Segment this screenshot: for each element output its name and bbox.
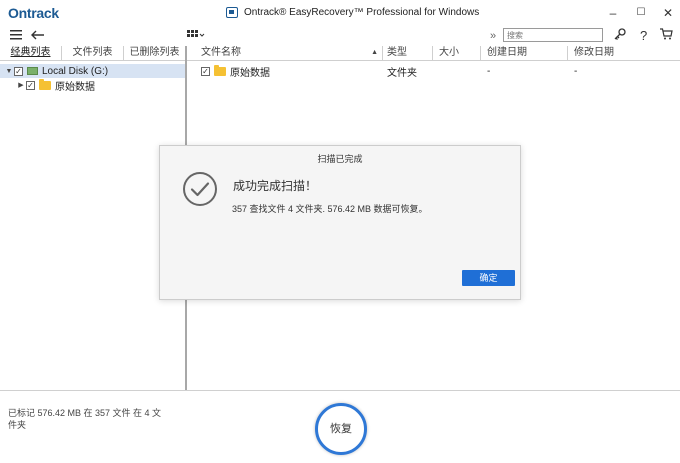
left-tabs: 经典列表 文件列表 已删除列表 bbox=[0, 46, 185, 61]
scan-complete-dialog: 扫描已完成 成功完成扫描！ 357 查找文件 4 文件夹. 576.42 MB … bbox=[159, 145, 521, 300]
cell-created: - bbox=[487, 65, 491, 77]
maximize-button[interactable]: ☐ bbox=[632, 5, 650, 21]
expand-arrow-icon[interactable]: ▼ bbox=[4, 68, 14, 75]
recover-button[interactable]: 恢复 bbox=[315, 403, 367, 455]
folder-icon bbox=[214, 64, 226, 76]
check-circle-icon bbox=[182, 171, 218, 207]
tab-classic-list[interactable]: 经典列表 bbox=[0, 46, 62, 60]
cell-type: 文件夹 bbox=[387, 67, 417, 79]
search-box[interactable] bbox=[503, 28, 603, 42]
tree-item-label: Local Disk (G:) bbox=[42, 65, 109, 77]
folder-icon bbox=[39, 78, 51, 90]
column-label: 创建日期 bbox=[487, 47, 527, 58]
column-label: 大小 bbox=[439, 47, 459, 58]
help-icon[interactable]: ? bbox=[640, 28, 647, 44]
dialog-heading: 成功完成扫描！ bbox=[233, 179, 318, 193]
left-panel: 经典列表 文件列表 已删除列表 ▼ ✓ Local Disk (G:) ▶ ✓ … bbox=[0, 46, 185, 390]
column-name[interactable]: 文件名称 ▲ bbox=[187, 46, 383, 60]
dialog-title: 扫描已完成 bbox=[317, 154, 363, 164]
disk-icon bbox=[27, 67, 38, 75]
close-button[interactable]: ✕ bbox=[659, 5, 677, 21]
collapse-arrow-icon[interactable]: ▶ bbox=[16, 81, 26, 89]
cell-name: ✓ 原始数据 bbox=[187, 64, 383, 79]
cell-modified: - bbox=[574, 65, 578, 77]
tab-deleted-list[interactable]: 已删除列表 bbox=[124, 46, 185, 60]
app-icon bbox=[226, 7, 238, 18]
column-label: 修改日期 bbox=[574, 47, 614, 58]
menu-icon[interactable] bbox=[10, 28, 22, 44]
window-title: Ontrack® EasyRecovery™ Professional for … bbox=[226, 7, 479, 18]
double-chevron-icon[interactable]: » bbox=[490, 28, 496, 44]
status-bar: 已标记 576.42 MB 在 357 文件 在 4 文件夹 恢复 bbox=[0, 390, 680, 463]
column-type[interactable]: 类型 bbox=[383, 46, 433, 60]
dialog-message: 357 查找文件 4 文件夹. 576.42 MB 数据可恢复。 bbox=[232, 204, 428, 214]
title-bar: Ontrack Ontrack® EasyRecovery™ Professio… bbox=[0, 0, 680, 26]
status-summary: 已标记 576.42 MB 在 357 文件 在 4 文件夹 bbox=[8, 408, 162, 430]
key-icon[interactable] bbox=[614, 28, 626, 44]
back-arrow-icon[interactable] bbox=[31, 28, 45, 44]
checkbox-raw-data[interactable]: ✓ bbox=[26, 80, 35, 90]
grid-view-icon[interactable] bbox=[187, 28, 205, 44]
table-row[interactable]: ✓ 原始数据 文件夹 - - bbox=[187, 64, 680, 79]
sort-asc-icon: ▲ bbox=[371, 49, 378, 56]
column-created[interactable]: 创建日期 bbox=[481, 46, 568, 60]
file-name: 原始数据 bbox=[230, 67, 270, 79]
cart-icon[interactable] bbox=[660, 28, 673, 44]
ontrack-logo: Ontrack bbox=[8, 5, 59, 21]
row-checkbox[interactable]: ✓ bbox=[201, 66, 210, 76]
ok-button[interactable]: 确定 bbox=[462, 270, 515, 286]
search-input[interactable] bbox=[504, 29, 602, 41]
checkbox-local-disk[interactable]: ✓ bbox=[14, 66, 23, 76]
toolbar: » ? bbox=[0, 26, 680, 46]
column-label: 文件名称 bbox=[201, 47, 241, 58]
column-headers: 文件名称 ▲ 类型 大小 创建日期 修改日期 bbox=[187, 46, 680, 61]
column-size[interactable]: 大小 bbox=[433, 46, 481, 60]
column-label: 类型 bbox=[387, 47, 407, 58]
tree-item-local-disk[interactable]: ▼ ✓ Local Disk (G:) bbox=[0, 64, 185, 78]
tree-item-label: 原始数据 bbox=[55, 81, 95, 93]
tab-file-list[interactable]: 文件列表 bbox=[62, 46, 124, 60]
column-modified[interactable]: 修改日期 bbox=[568, 46, 680, 60]
tree-item-raw-data[interactable]: ▶ ✓ 原始数据 bbox=[0, 78, 185, 93]
window-title-text: Ontrack® EasyRecovery™ Professional for … bbox=[244, 7, 480, 18]
minimize-button[interactable]: – bbox=[604, 5, 622, 21]
